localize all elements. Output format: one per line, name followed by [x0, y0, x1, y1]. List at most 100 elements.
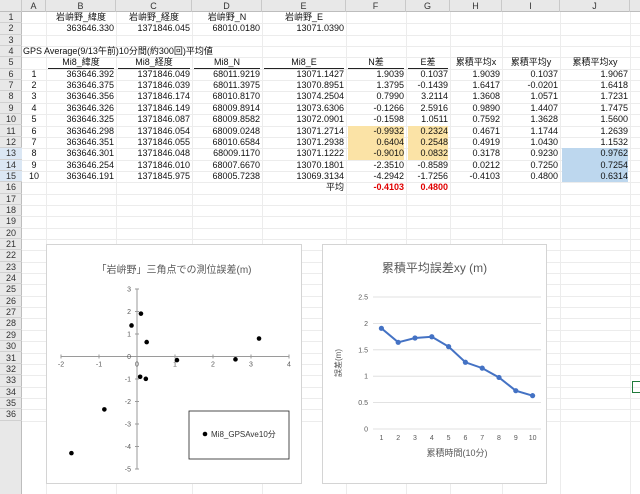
data-cell[interactable]: 363646.351	[48, 137, 114, 148]
row-header-33[interactable]: 33	[0, 375, 22, 387]
header-value-cell[interactable]: 1371846.045	[118, 23, 190, 34]
data-cell[interactable]: 0.7592	[452, 114, 500, 125]
row-index-cell[interactable]: 2	[24, 80, 44, 91]
table-header-cell[interactable]: Mi8_N	[194, 57, 260, 69]
data-cell[interactable]: 1.3608	[452, 91, 500, 102]
row-header-21[interactable]: 21	[0, 239, 22, 251]
row-header-31[interactable]: 31	[0, 353, 22, 364]
row-header-29[interactable]: 29	[0, 330, 22, 342]
row-header-35[interactable]: 35	[0, 398, 22, 410]
data-cell[interactable]: 0.1037	[408, 69, 448, 80]
data-cell[interactable]: 1.6417	[452, 80, 500, 91]
row-header-7[interactable]: 7	[0, 80, 22, 92]
header-label-cell[interactable]: 岩峅野_経度	[118, 12, 190, 23]
data-cell[interactable]: 1.9067	[562, 69, 628, 80]
table-header-cell[interactable]: Mi8_E	[264, 57, 344, 69]
data-cell[interactable]: -0.4103	[452, 171, 500, 182]
row-header-20[interactable]: 20	[0, 228, 22, 239]
data-cell[interactable]: 0.2548	[408, 136, 448, 149]
data-cell[interactable]: 363646.325	[48, 114, 114, 125]
data-cell[interactable]: 0.3178	[452, 148, 500, 159]
data-cell[interactable]: 1371846.174	[118, 91, 190, 102]
column-header-e[interactable]: E	[262, 0, 346, 12]
data-cell[interactable]: -2.3510	[348, 160, 404, 171]
data-cell[interactable]: 0.9890	[452, 103, 500, 114]
row-header-24[interactable]: 24	[0, 273, 22, 285]
data-cell[interactable]: 1371846.049	[118, 69, 190, 80]
row-header-36[interactable]: 36	[0, 409, 22, 421]
data-cell[interactable]: 0.4919	[452, 137, 500, 148]
column-header-g[interactable]: G	[406, 0, 450, 12]
data-cell[interactable]: 13071.2714	[264, 126, 344, 137]
data-cell[interactable]: 363646.191	[48, 171, 114, 182]
average-label-cell[interactable]: 平均	[264, 182, 344, 193]
data-cell[interactable]: 0.6404	[348, 136, 404, 149]
row-header-19[interactable]: 19	[0, 216, 22, 228]
data-cell[interactable]: -0.0201	[504, 80, 558, 91]
data-cell[interactable]: 13072.0901	[264, 114, 344, 125]
data-cell[interactable]: 0.6314	[562, 170, 628, 183]
data-cell[interactable]: 1371846.149	[118, 103, 190, 114]
row-header-5[interactable]: 5	[0, 57, 22, 69]
row-header-23[interactable]: 23	[0, 262, 22, 274]
row-header-9[interactable]: 9	[0, 103, 22, 115]
row-header-15[interactable]: 15	[0, 170, 22, 183]
row-header-11[interactable]: 11	[0, 126, 22, 137]
data-cell[interactable]: 2.5916	[408, 103, 448, 114]
row-index-cell[interactable]: 8	[24, 148, 44, 159]
data-cell[interactable]: 1.0511	[408, 114, 448, 125]
row-header-26[interactable]: 26	[0, 296, 22, 308]
row-index-cell[interactable]: 1	[24, 69, 44, 80]
data-cell[interactable]: 1371846.054	[118, 126, 190, 137]
data-cell[interactable]: 68007.6670	[194, 160, 260, 171]
row-header-22[interactable]: 22	[0, 250, 22, 262]
data-cell[interactable]: 3.2114	[408, 91, 448, 102]
row-header-34[interactable]: 34	[0, 387, 22, 398]
table-header-cell[interactable]: N差	[348, 57, 404, 69]
data-cell[interactable]: -4.2942	[348, 171, 404, 182]
row-header-25[interactable]: 25	[0, 284, 22, 296]
row-header-30[interactable]: 30	[0, 341, 22, 353]
data-cell[interactable]: 1371845.975	[118, 171, 190, 182]
column-header-f[interactable]: F	[346, 0, 406, 12]
row-header-10[interactable]: 10	[0, 114, 22, 126]
data-cell[interactable]: 1.1744	[504, 126, 558, 137]
data-cell[interactable]: 68009.0248	[194, 126, 260, 137]
data-cell[interactable]: 0.7990	[348, 91, 404, 102]
header-label-cell[interactable]: 岩峅野_E	[264, 12, 344, 23]
data-cell[interactable]: 0.7250	[504, 160, 558, 171]
column-header-j[interactable]: J	[560, 0, 630, 12]
data-cell[interactable]: -0.8589	[408, 160, 448, 171]
row-header-8[interactable]: 8	[0, 91, 22, 103]
data-cell[interactable]: 363646.254	[48, 160, 114, 171]
data-cell[interactable]: 0.0832	[408, 148, 448, 160]
row-header-32[interactable]: 32	[0, 364, 22, 376]
data-cell[interactable]: 1.0430	[504, 137, 558, 148]
data-cell[interactable]: -0.1598	[348, 114, 404, 125]
average-value-cell[interactable]: 0.4800	[408, 182, 448, 193]
data-cell[interactable]: 0.4800	[504, 171, 558, 182]
row-header-16[interactable]: 16	[0, 182, 22, 194]
data-cell[interactable]: 1371846.048	[118, 148, 190, 159]
data-cell[interactable]: 13070.1801	[264, 160, 344, 171]
column-header-b[interactable]: B	[46, 0, 116, 12]
data-cell[interactable]: 363646.301	[48, 148, 114, 159]
data-cell[interactable]: 1371846.087	[118, 114, 190, 125]
select-all-corner[interactable]	[0, 0, 22, 12]
data-cell[interactable]: 13074.2504	[264, 91, 344, 102]
row-header-4[interactable]: 4	[0, 46, 22, 58]
data-cell[interactable]: -0.9932	[348, 125, 404, 137]
column-header-h[interactable]: H	[450, 0, 502, 12]
data-cell[interactable]: 1.5600	[562, 114, 628, 125]
data-cell[interactable]: 0.7254	[562, 159, 628, 171]
row-header-2[interactable]: 2	[0, 23, 22, 35]
data-cell[interactable]: 1.9039	[348, 69, 404, 80]
data-cell[interactable]: 1.7475	[562, 103, 628, 114]
column-header-a[interactable]: A	[22, 0, 46, 12]
scatter-chart[interactable]: 「岩峅野」三角点での測位誤差(m) -2 -1 0 1 2 3 4 3 2 1 0 -1 -2 -3 -4-…	[46, 244, 302, 484]
row-header-6[interactable]: 6	[0, 69, 22, 81]
table-header-cell[interactable]: E差	[408, 57, 448, 69]
header-value-cell[interactable]: 68010.0180	[194, 23, 260, 34]
table-header-cell[interactable]: 累積平均xy	[562, 57, 628, 68]
row-header-14[interactable]: 14	[0, 159, 22, 171]
